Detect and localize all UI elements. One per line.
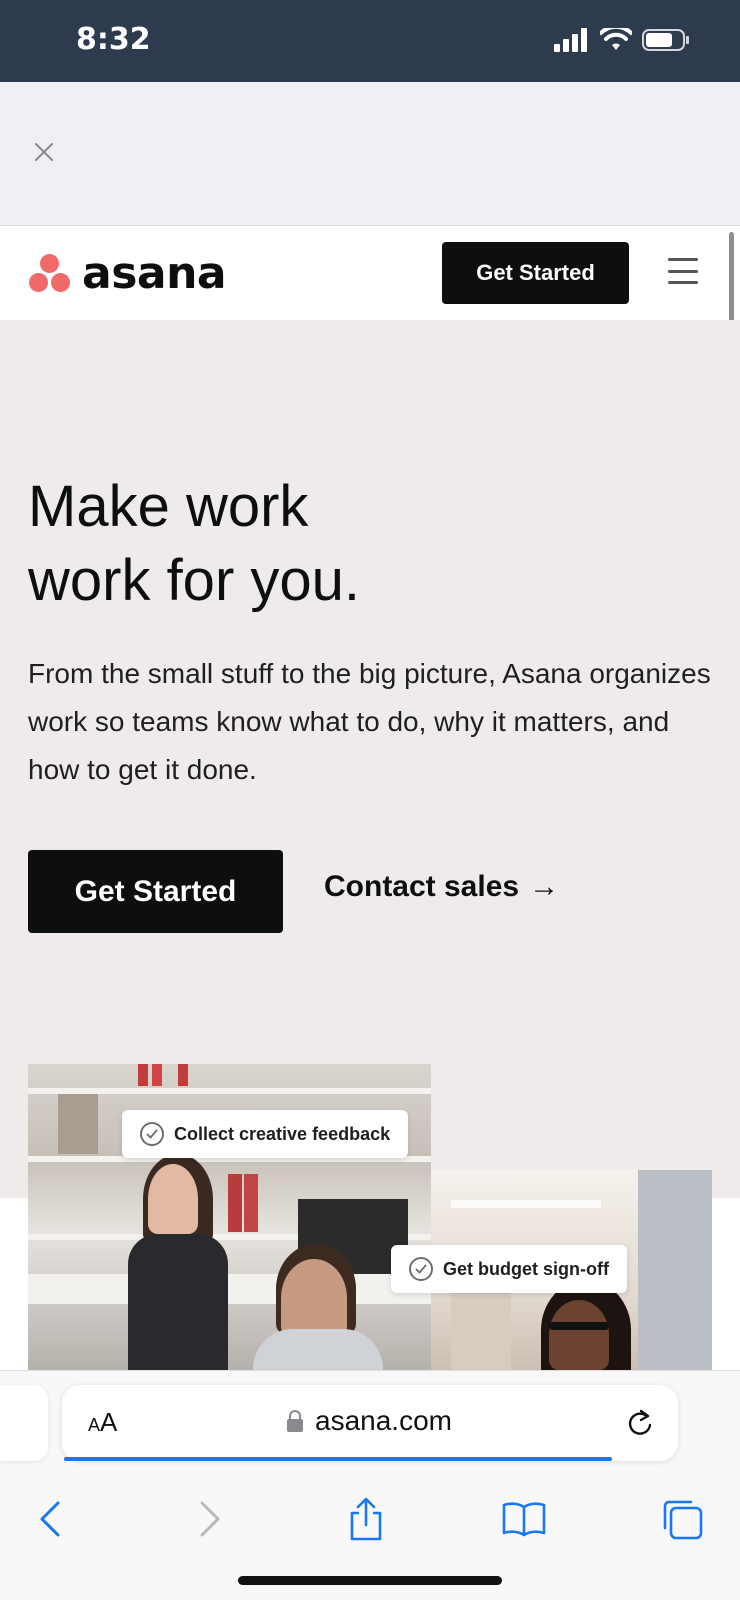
lock-icon xyxy=(287,1410,303,1432)
menu-icon[interactable] xyxy=(668,256,698,286)
aa-large: A xyxy=(100,1407,118,1437)
browser-bottom-bar: AA asana.com xyxy=(0,1370,740,1600)
hero-title-line-2: work for you. xyxy=(28,548,360,613)
logo-dots-icon xyxy=(28,252,72,296)
task-chip-creative-feedback: Collect creative feedback xyxy=(122,1110,409,1158)
chip-label: Collect creative feedback xyxy=(174,1123,391,1144)
arrow-right-icon: → xyxy=(529,870,560,903)
hero-title-line-1: Make work xyxy=(28,474,309,539)
hero-title: Make work work for you. xyxy=(28,470,628,618)
share-icon[interactable] xyxy=(342,1495,390,1543)
address-bar[interactable]: AA asana.com xyxy=(62,1385,678,1461)
hero-body: From the small stuff to the big picture,… xyxy=(28,658,711,785)
hero-get-started-button[interactable]: Get Started xyxy=(28,850,283,933)
bookmarks-icon[interactable] xyxy=(500,1495,548,1543)
close-icon[interactable] xyxy=(32,140,56,164)
aa-small: A xyxy=(88,1415,101,1435)
top-banner xyxy=(0,82,740,226)
check-circle-icon xyxy=(140,1122,164,1146)
reload-icon[interactable] xyxy=(626,1407,656,1439)
url-display[interactable]: asana.com xyxy=(287,1405,452,1437)
home-indicator[interactable] xyxy=(238,1576,502,1585)
battery-icon xyxy=(642,29,689,51)
contact-sales-link[interactable]: Contact sales → xyxy=(324,870,559,904)
previous-tab-preview[interactable] xyxy=(0,1385,48,1461)
status-icons xyxy=(554,28,690,52)
tabs-icon[interactable] xyxy=(658,1495,706,1543)
contact-sales-label: Contact sales xyxy=(324,870,520,903)
check-circle-icon xyxy=(409,1257,433,1281)
reader-settings-button[interactable]: AA xyxy=(88,1407,117,1438)
asana-logo[interactable]: asana xyxy=(28,248,227,299)
logo-text: asana xyxy=(82,248,227,299)
site-header: asana Get Started xyxy=(0,226,740,320)
wifi-icon xyxy=(600,28,632,50)
status-time: 8:32 xyxy=(76,22,151,57)
url-text: asana.com xyxy=(315,1405,452,1436)
chip-label: Get budget sign-off xyxy=(443,1258,609,1279)
status-bar: 8:32 xyxy=(0,0,740,82)
task-chip-budget-signoff: Get budget sign-off xyxy=(391,1245,627,1293)
browser-toolbar xyxy=(0,1483,740,1563)
back-icon[interactable] xyxy=(26,1495,74,1543)
page-load-progress xyxy=(64,1457,613,1461)
signal-icon xyxy=(554,28,587,52)
forward-icon[interactable] xyxy=(186,1495,234,1543)
header-get-started-button[interactable]: Get Started xyxy=(442,242,629,304)
